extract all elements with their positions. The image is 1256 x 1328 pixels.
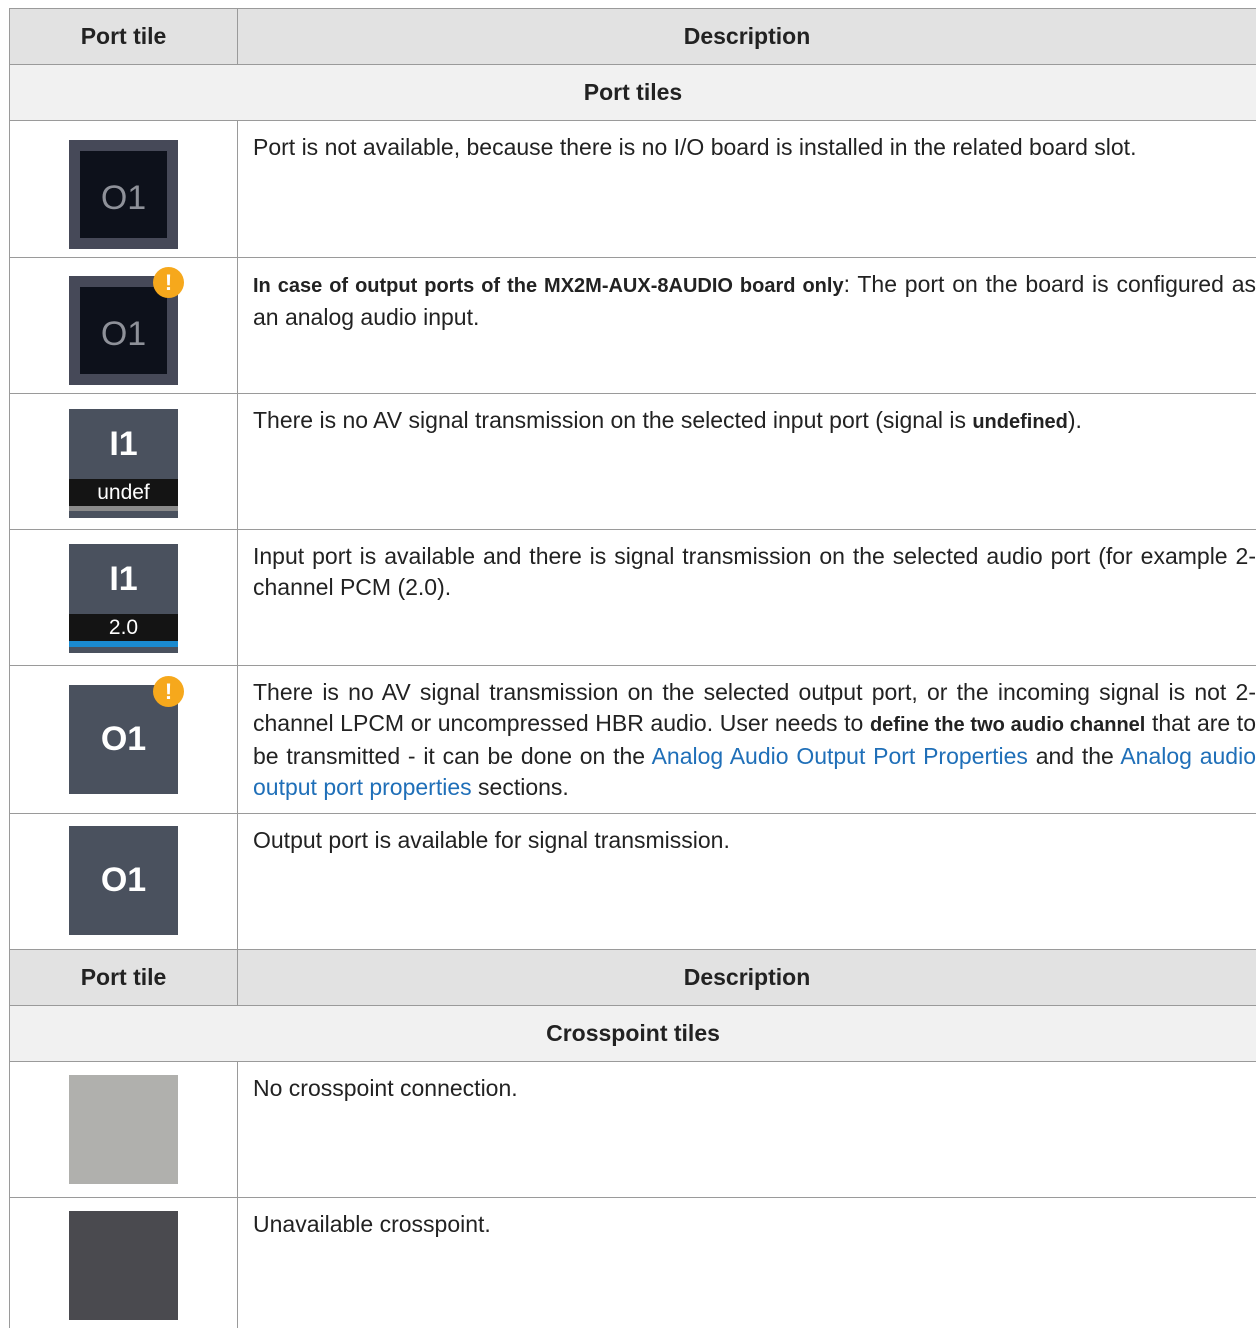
table-header: Port tile Description (9, 9, 1256, 65)
signal-format-bar: 2.0 (69, 614, 178, 641)
table-row: Unavailable crosspoint. (9, 1198, 1256, 1328)
port-tile-analog-input: O1 ! (69, 267, 184, 385)
tile-cell: O1 ! (9, 666, 238, 813)
description-text: There is no AV signal transmission on th… (253, 407, 973, 433)
port-tile-input-undefined: I1 undef (69, 409, 178, 518)
link-analog-audio-output-port-properties[interactable]: Analog Audio Output Port Properties (652, 743, 1028, 769)
table-header-repeat: Port tile Description (9, 950, 1256, 1006)
warning-icon: ! (153, 267, 184, 298)
port-tile-output-available: O1 (69, 826, 178, 935)
warning-icon: ! (153, 676, 184, 707)
signal-indicator-stripe (69, 641, 178, 647)
description: In case of output ports of the MX2M-AUX-… (238, 258, 1256, 393)
description-text-end: sections. (471, 774, 569, 800)
section-crosspoint-tiles: Crosspoint tiles (9, 1006, 1256, 1062)
tile-cell (9, 1062, 238, 1197)
signal-indicator-stripe (69, 506, 178, 511)
description: Unavailable crosspoint. (253, 1211, 491, 1237)
table-row: No crosspoint connection. (9, 1062, 1256, 1198)
tile-cell: I1 undef (9, 394, 238, 529)
description-bold: In case of output ports of the MX2M-AUX-… (253, 275, 844, 297)
description: Output port is available for signal tran… (253, 827, 730, 853)
section-port-tiles: Port tiles (9, 65, 1256, 121)
table-row: O1 Port is not available, because there … (9, 121, 1256, 258)
header-port-tile: Port tile (9, 950, 238, 1005)
table-row: I1 2.0 Input port is available and there… (9, 530, 1256, 666)
description: There is no AV signal transmission on th… (238, 394, 1256, 529)
description-text-and: and the (1027, 743, 1121, 769)
port-tile-output-undefined: O1 ! (69, 676, 184, 794)
table-row: O1 ! In case of output ports of the MX2M… (9, 258, 1256, 394)
header-port-tile: Port tile (9, 9, 238, 64)
port-tile-label: O1 (100, 720, 147, 758)
port-tile-label: O1 (80, 287, 167, 374)
port-tile-label: O1 (80, 151, 167, 238)
description: Input port is available and there is sig… (253, 543, 1256, 600)
port-tile-label: I1 (109, 425, 138, 463)
header-description: Description (683, 964, 811, 990)
description-text-end: ). (1067, 407, 1082, 433)
signal-format-bar: undef (69, 479, 178, 506)
crosspoint-tile-none (69, 1075, 178, 1184)
description: There is no AV signal transmission on th… (238, 666, 1256, 813)
table-row: I1 undef There is no AV signal transmiss… (9, 394, 1256, 530)
tile-cell: O1 (9, 814, 238, 949)
port-tile-input-signal: I1 2.0 (69, 544, 178, 653)
port-tile-unavailable: O1 (69, 140, 178, 249)
tile-cell: I1 2.0 (9, 530, 238, 665)
port-tiles-table: Port tile Description Port tiles O1 Port… (9, 8, 1256, 1328)
table-row: O1 ! There is no AV signal transmission … (9, 666, 1256, 814)
header-description: Description (683, 23, 811, 49)
tile-cell (9, 1198, 238, 1328)
tile-cell: O1 ! (9, 258, 238, 393)
port-tile-label: O1 (100, 861, 147, 899)
description: Port is not available, because there is … (253, 134, 1137, 160)
tile-cell: O1 (9, 121, 238, 257)
description: No crosspoint connection. (253, 1075, 518, 1101)
description-bold: undefined (972, 411, 1068, 433)
crosspoint-tile-unavailable (69, 1211, 178, 1320)
table-row: O1 Output port is available for signal t… (9, 814, 1256, 950)
description-bold: define the two audio channel (869, 714, 1146, 736)
port-tile-label: I1 (109, 560, 138, 598)
